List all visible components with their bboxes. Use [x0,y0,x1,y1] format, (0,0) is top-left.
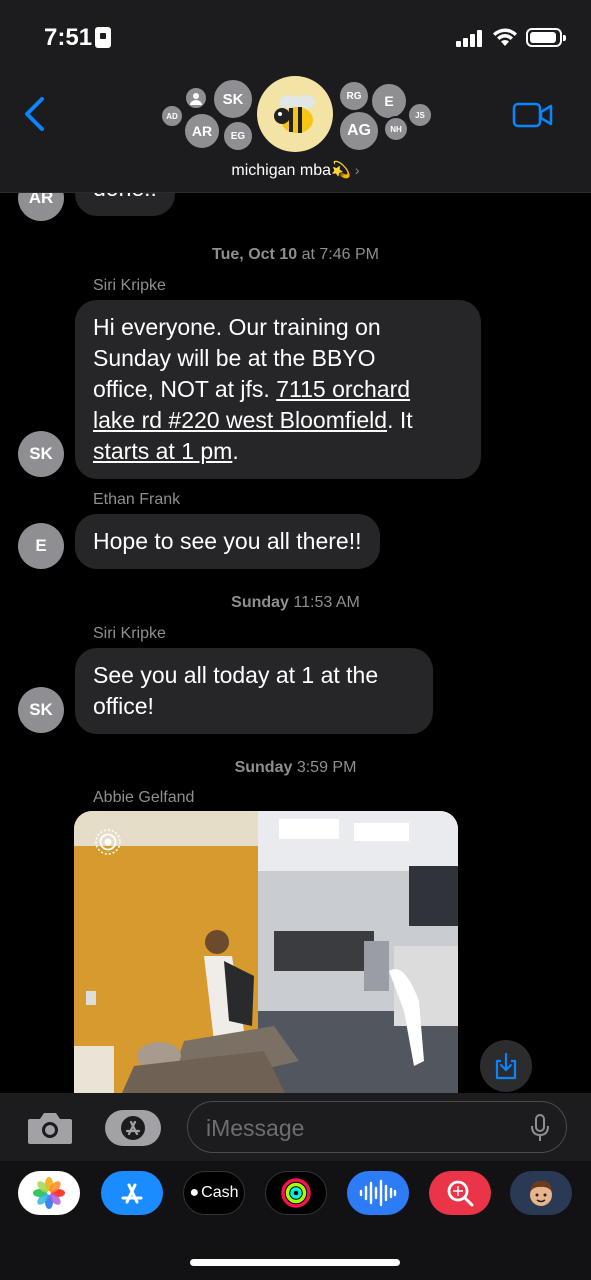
participant-avatar: EG [222,120,254,152]
participant-avatar: NH [383,116,409,142]
photo-attachment[interactable] [74,811,458,1093]
status-bar: 7:51 [0,0,591,70]
participant-avatar: AG [338,110,380,152]
message-text: done!! [93,193,157,201]
save-photo-button[interactable] [480,1040,532,1092]
message-thread[interactable]: done!! AR Tue, Oct 10 at 7:46 PM Siri Kr… [0,193,591,1093]
sender-name: Abbie Gelfand [93,789,195,806]
audio-message-app-button[interactable] [347,1171,409,1215]
cellular-signal-icon [456,29,486,47]
group-name-label: michigan mba💫 [231,162,351,179]
participant-avatar: AR [183,112,221,150]
app-store-icon [121,1116,145,1140]
message-bubble[interactable]: Hi everyone. Our training on Sunday will… [75,300,481,479]
sender-avatar[interactable]: E [18,523,64,569]
sender-avatar[interactable]: SK [18,431,64,477]
battery-icon [526,28,566,47]
apps-button[interactable] [105,1110,161,1146]
download-icon [495,1052,517,1080]
bee-icon [274,95,315,133]
participant-avatar: RG [338,80,370,112]
message-text: Hope to see you all there!! [93,528,362,554]
person-icon [190,93,202,105]
message-input-field[interactable] [187,1101,567,1153]
search-images-icon [447,1180,474,1207]
cash-label: Cash [201,1184,239,1201]
apple-cash-app-button[interactable]: ● Cash [183,1171,245,1215]
app-store-app-button[interactable] [101,1171,163,1215]
address-link[interactable]: 7115 orchard [276,376,410,402]
timestamp: Sunday 3:59 PM [234,759,357,776]
participant-avatar: SK [212,78,254,120]
conversation-header: AD SK AR EG RG E JS AG NH michigan mba💫 › [0,70,591,193]
sender-name: Siri Kripke [93,625,166,642]
memoji-app-button[interactable] [510,1171,572,1215]
fitness-icon [281,1178,311,1208]
participant-avatar: E [370,82,408,120]
compose-bar [0,1093,591,1161]
sender-avatar[interactable]: SK [18,687,64,733]
wifi-icon [493,28,517,46]
sender-avatar: AR [18,193,64,221]
live-photo-icon[interactable] [94,828,122,856]
app-store-icon [121,1183,143,1204]
time-link[interactable]: starts at 1 pm [93,438,232,464]
image-search-app-button[interactable] [429,1171,491,1215]
fitness-app-button[interactable] [265,1171,327,1215]
home-indicator[interactable] [190,1259,400,1266]
chevron-right-icon: › [354,162,360,178]
timestamp: Tue, Oct 10 at 7:46 PM [212,246,379,263]
timestamp: Sunday 11:53 AM [231,594,360,611]
photos-app-button[interactable] [18,1171,80,1215]
photo-image [74,811,458,1093]
message-bubble[interactable]: Hope to see you all there!! [75,514,380,569]
message-bubble[interactable]: See you all today at 1 at the office! [75,648,433,734]
status-time: 7:51 [44,24,93,51]
facetime-video-icon[interactable] [512,102,554,128]
message-bubble[interactable]: done!! [75,193,175,216]
cash-icon: ● [189,1184,200,1201]
camera-icon[interactable] [26,1111,74,1145]
id-badge-icon [95,27,111,48]
address-link[interactable]: lake rd #220 west Bloomfield [93,407,387,433]
back-chevron-icon[interactable] [22,96,46,132]
message-input[interactable] [206,1114,516,1142]
sender-name: Siri Kripke [93,277,166,294]
memoji-icon [530,1180,552,1206]
sender-name: Ethan Frank [93,491,181,508]
photos-icon [33,1177,65,1209]
group-name[interactable]: michigan mba💫 › [0,160,591,180]
group-photo [257,76,333,152]
participant-avatar [184,86,208,110]
microphone-icon[interactable] [530,1114,550,1142]
participant-avatar: AD [160,104,184,128]
audio-waveform-icon [359,1179,397,1207]
participant-avatar: JS [407,102,433,128]
